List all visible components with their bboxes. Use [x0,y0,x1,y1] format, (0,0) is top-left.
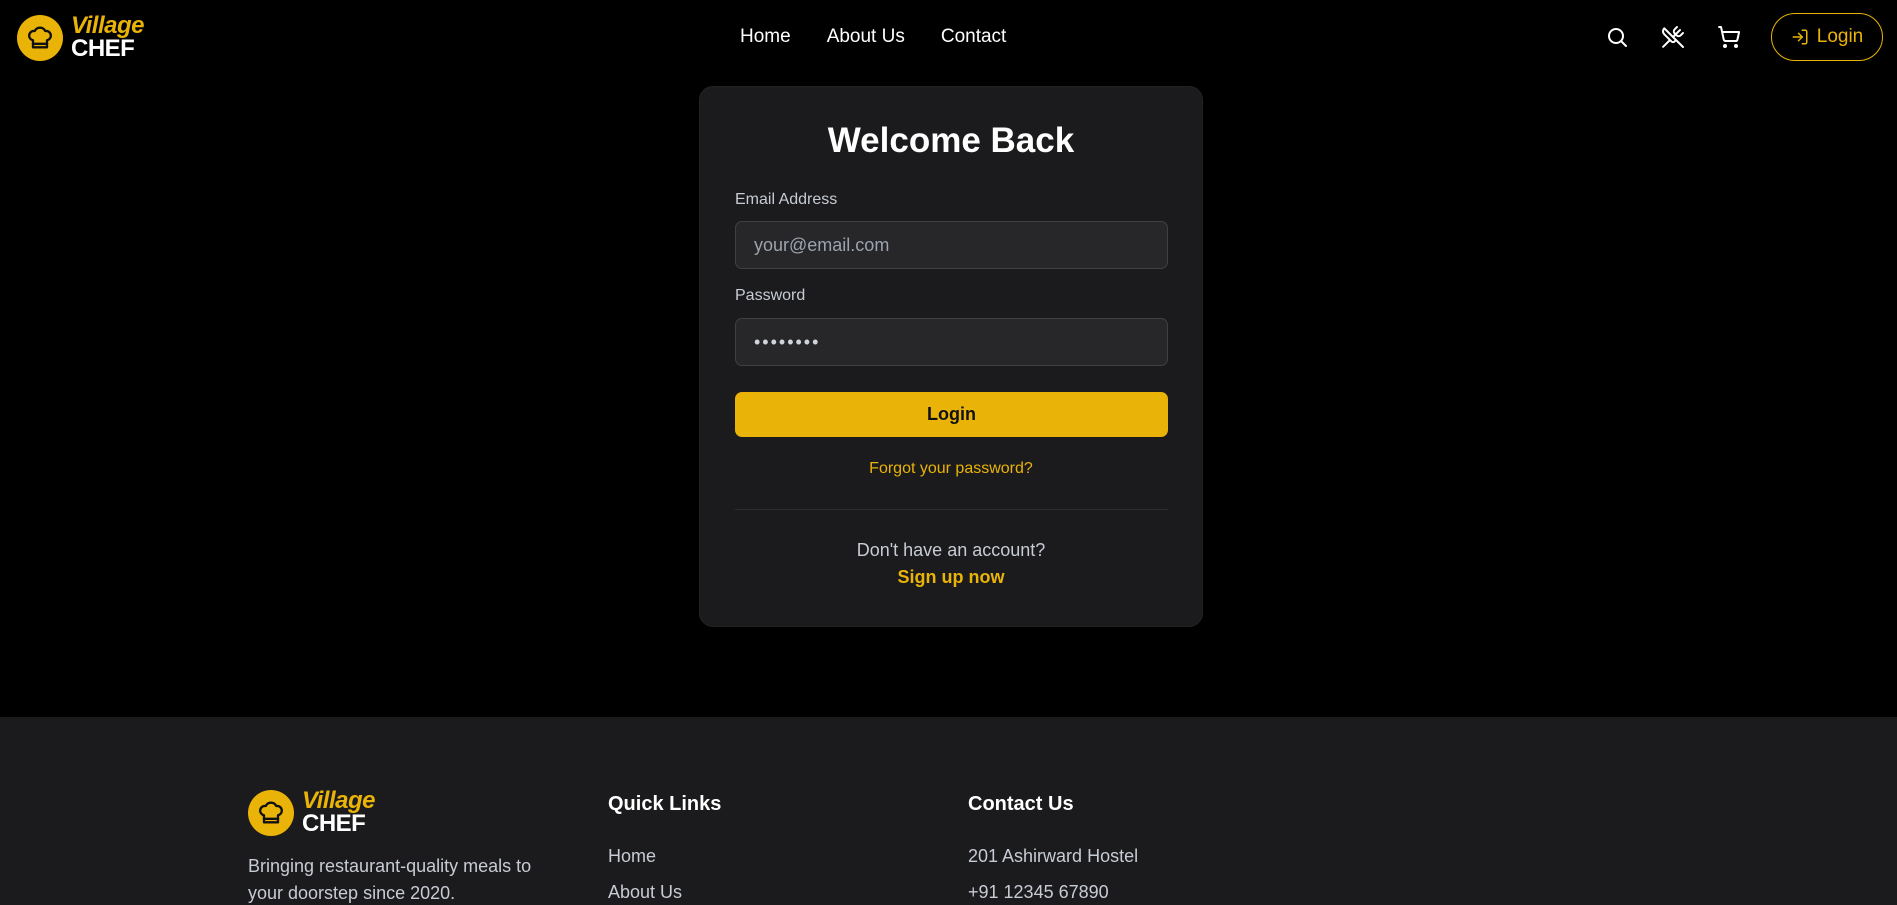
chef-hat-icon [17,14,63,61]
contact-heading: Contact Us [968,793,1074,815]
log-in-icon [1792,29,1808,45]
utensils-icon [1662,26,1684,48]
brand-logo[interactable]: Village CHEF [17,14,144,61]
footer-brand-logo[interactable]: Village CHEF [248,789,375,836]
quick-links-section: Quick Links Home About Us [608,793,721,905]
brand-wordmark: Village CHEF [71,14,144,61]
email-field[interactable]: your@email.com [735,221,1168,269]
login-title: Welcome Back [827,121,1075,160]
brand-name-bottom: CHEF [71,35,135,62]
nav-link-home[interactable]: Home [740,26,791,48]
header-login-label: Login [1816,26,1864,47]
quick-links-heading: Quick Links [608,793,722,815]
login-card: Welcome Back Email Address your@email.co… [699,86,1203,627]
chef-hat-icon [248,789,294,836]
header-actions: Login [1589,12,1883,62]
footer-brand-wordmark: Village CHEF [302,789,375,836]
header-login-button[interactable]: Login [1771,13,1883,61]
search-icon [1608,28,1627,47]
footer-brand-name-bottom: CHEF [302,810,366,837]
email-label: Email Address [735,191,838,208]
nav-link-about-us[interactable]: About Us [827,26,905,48]
footer-link-home[interactable]: Home [608,838,721,874]
footer-tagline: Bringing restaurant-quality meals to you… [248,856,532,903]
password-label: Password [735,287,806,304]
cart-button[interactable] [1701,12,1757,62]
contact-section: Contact Us 201 Ashirward Hostel +91 1234… [968,793,1138,905]
nav-link-contact[interactable]: Contact [941,26,1006,48]
login-page: Village CHEF Home About Us Contact Login… [0,0,1897,905]
footer-link-about-us[interactable]: About Us [608,874,721,905]
forgot-password-link[interactable]: Forgot your password? [700,460,1202,478]
main-nav: Home About Us Contact [740,26,1006,48]
top-navbar: Village CHEF Home About Us Contact Login [0,0,1897,76]
footer: Village CHEF Bringing restaurant-quality… [0,717,1897,905]
signup-link[interactable]: Sign up now [700,567,1202,588]
search-button[interactable] [1589,12,1645,62]
password-field[interactable]: •••••••• [735,318,1168,366]
contact-address: 201 Ashirward Hostel [968,846,1139,866]
contact-phone: +91 12345 67890 [968,882,1109,902]
no-account-text: Don't have an account? [856,540,1046,560]
card-divider [735,509,1168,510]
cart-icon [1718,26,1741,48]
login-submit-button[interactable]: Login [735,392,1168,437]
menu-button[interactable] [1645,12,1701,62]
